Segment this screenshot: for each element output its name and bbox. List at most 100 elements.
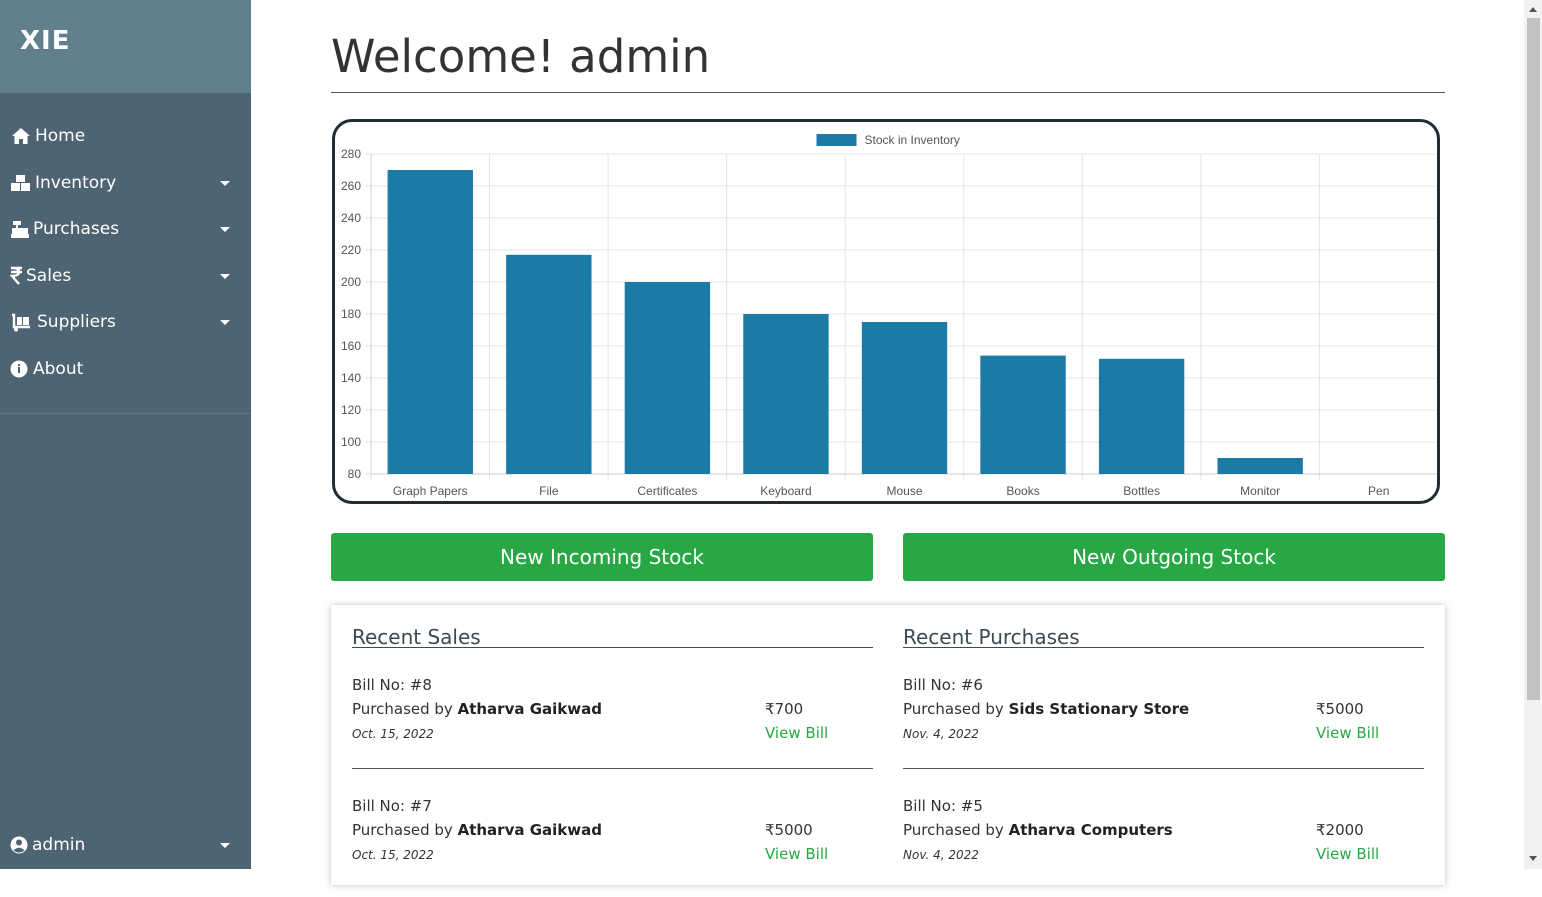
supplier-name: Atharva Computers <box>1008 821 1173 839</box>
sidebar-item-suppliers[interactable]: Suppliers <box>0 303 251 343</box>
y-tick-label: 220 <box>341 243 361 257</box>
bill-date: Nov. 4, 2022 <box>903 848 979 862</box>
bill-date: Nov. 4, 2022 <box>903 727 979 741</box>
view-bill-link[interactable]: View Bill <box>1316 845 1379 863</box>
bill-amount: ₹2000 <box>1316 821 1364 839</box>
bill-date: Oct. 15, 2022 <box>352 727 434 741</box>
bar <box>506 254 592 474</box>
sidebar-item-label: Home <box>35 126 86 146</box>
legend-label: Stock in Inventory <box>865 133 960 147</box>
view-bill-link[interactable]: View Bill <box>765 724 828 742</box>
supplier-name: Sids Stationary Store <box>1008 700 1190 718</box>
bar <box>743 314 829 474</box>
bar <box>980 355 1066 474</box>
sidebar-item-purchases[interactable]: Purchases <box>0 210 251 250</box>
x-tick-label: Keyboard <box>760 484 811 498</box>
recent-sales-divider <box>352 647 873 648</box>
bill-amount: ₹5000 <box>1316 700 1364 718</box>
bill-number: Bill No: #5 <box>903 797 983 815</box>
bill-date: Oct. 15, 2022 <box>352 848 434 862</box>
scrollbar-thumb[interactable] <box>1527 18 1540 700</box>
sidebar-item-label: Inventory <box>35 173 117 193</box>
recent-activity-card: Recent Sales Bill No: #8 Purchased by At… <box>331 605 1445 885</box>
sidebar-item-inventory[interactable]: Inventory <box>0 164 251 204</box>
y-tick-label: 200 <box>341 275 361 289</box>
list-item: Bill No: #6 Purchased by Sids Stationary… <box>903 676 1424 776</box>
sidebar-item-label: Sales <box>26 266 72 286</box>
scroll-up-arrow-icon[interactable] <box>1529 7 1537 12</box>
entry-divider <box>903 768 1424 769</box>
legend-swatch <box>816 134 857 146</box>
y-tick-label: 80 <box>348 467 362 481</box>
brand-header: XIE <box>0 0 251 93</box>
x-tick-label: Graph Papers <box>393 484 468 498</box>
purchased-by-label: Purchased by <box>352 821 453 839</box>
sidebar-item-label: About <box>33 359 84 379</box>
sidebar-item-sales[interactable]: Sales <box>0 257 251 297</box>
title-divider <box>331 92 1445 93</box>
y-tick-label: 100 <box>341 435 361 449</box>
sidebar-item-label: Purchases <box>33 219 120 239</box>
bill-amount: ₹700 <box>765 700 804 718</box>
stock-chart-card: 80 100 120 140 160 180 200 220 240 260 280 Graph Pa… <box>332 119 1440 504</box>
view-bill-link[interactable]: View Bill <box>1316 724 1379 742</box>
purchased-by-label: Purchased by <box>903 821 1004 839</box>
new-outgoing-stock-button[interactable]: New Outgoing Stock <box>903 533 1445 581</box>
bill-number: Bill No: #7 <box>352 797 432 815</box>
y-tick-label: 260 <box>341 179 361 193</box>
stock-bar-chart: 80 100 120 140 160 180 200 220 240 260 280 Graph Pa… <box>341 133 1437 498</box>
y-tick-label: 140 <box>341 371 361 385</box>
bar <box>861 322 948 474</box>
bill-number: Bill No: #8 <box>352 676 432 694</box>
purchased-by: Purchased by Atharva Gaikwad <box>352 821 602 839</box>
purchased-by: Purchased by Sids Stationary Store <box>903 700 1189 718</box>
bar <box>1217 458 1303 474</box>
info-circle-icon <box>10 360 28 378</box>
y-tick-label: 240 <box>341 211 361 225</box>
home-icon <box>12 128 30 144</box>
new-incoming-stock-button[interactable]: New Incoming Stock <box>331 533 873 581</box>
purchased-by-label: Purchased by <box>352 700 453 718</box>
recent-purchases-divider <box>903 647 1424 648</box>
bar <box>624 282 711 474</box>
y-tick-label: 120 <box>341 403 361 417</box>
bar <box>1098 358 1185 474</box>
brand-logo[interactable]: XIE <box>20 26 70 56</box>
x-tick-label: Monitor <box>1240 484 1280 498</box>
page-scrollbar[interactable] <box>1524 0 1542 869</box>
user-name: admin <box>32 835 86 855</box>
sidebar-item-about[interactable]: About <box>0 350 251 390</box>
chevron-down-icon <box>220 227 230 232</box>
sidebar-user-menu[interactable]: admin <box>0 826 251 866</box>
view-bill-link[interactable]: View Bill <box>765 845 828 863</box>
customer-name: Atharva Gaikwad <box>457 700 602 718</box>
bill-number: Bill No: #6 <box>903 676 983 694</box>
user-circle-icon <box>10 836 28 854</box>
entry-divider <box>352 768 873 769</box>
x-tick-label: File <box>539 484 559 498</box>
purchased-by: Purchased by Atharva Gaikwad <box>352 700 602 718</box>
x-tick-label: Certificates <box>637 484 697 498</box>
y-tick-label: 180 <box>341 307 361 321</box>
bar <box>387 170 473 474</box>
recent-sales-title: Recent Sales <box>352 625 481 649</box>
chevron-down-icon <box>220 320 230 325</box>
list-item: Bill No: #8 Purchased by Atharva Gaikwad… <box>352 676 873 776</box>
sidebar: XIE Home Inventory Purchases Sales Suppl… <box>0 0 251 869</box>
x-tick-label: Books <box>1006 484 1039 498</box>
recent-purchases-title: Recent Purchases <box>903 625 1080 649</box>
list-item: Bill No: #7 Purchased by Atharva Gaikwad… <box>352 797 873 897</box>
sidebar-item-home[interactable]: Home <box>0 117 251 157</box>
y-tick-label: 280 <box>341 147 361 161</box>
y-tick-label: 160 <box>341 339 361 353</box>
scroll-down-arrow-icon[interactable] <box>1529 856 1537 861</box>
dolly-icon <box>12 313 30 332</box>
chevron-down-icon <box>220 181 230 186</box>
customer-name: Atharva Gaikwad <box>457 821 602 839</box>
chevron-down-icon <box>220 274 230 279</box>
list-item: Bill No: #5 Purchased by Atharva Compute… <box>903 797 1424 897</box>
cash-register-icon <box>11 221 29 238</box>
x-tick-label: Mouse <box>886 484 922 498</box>
boxes-icon <box>11 175 30 191</box>
x-tick-label: Bottles <box>1123 484 1160 498</box>
